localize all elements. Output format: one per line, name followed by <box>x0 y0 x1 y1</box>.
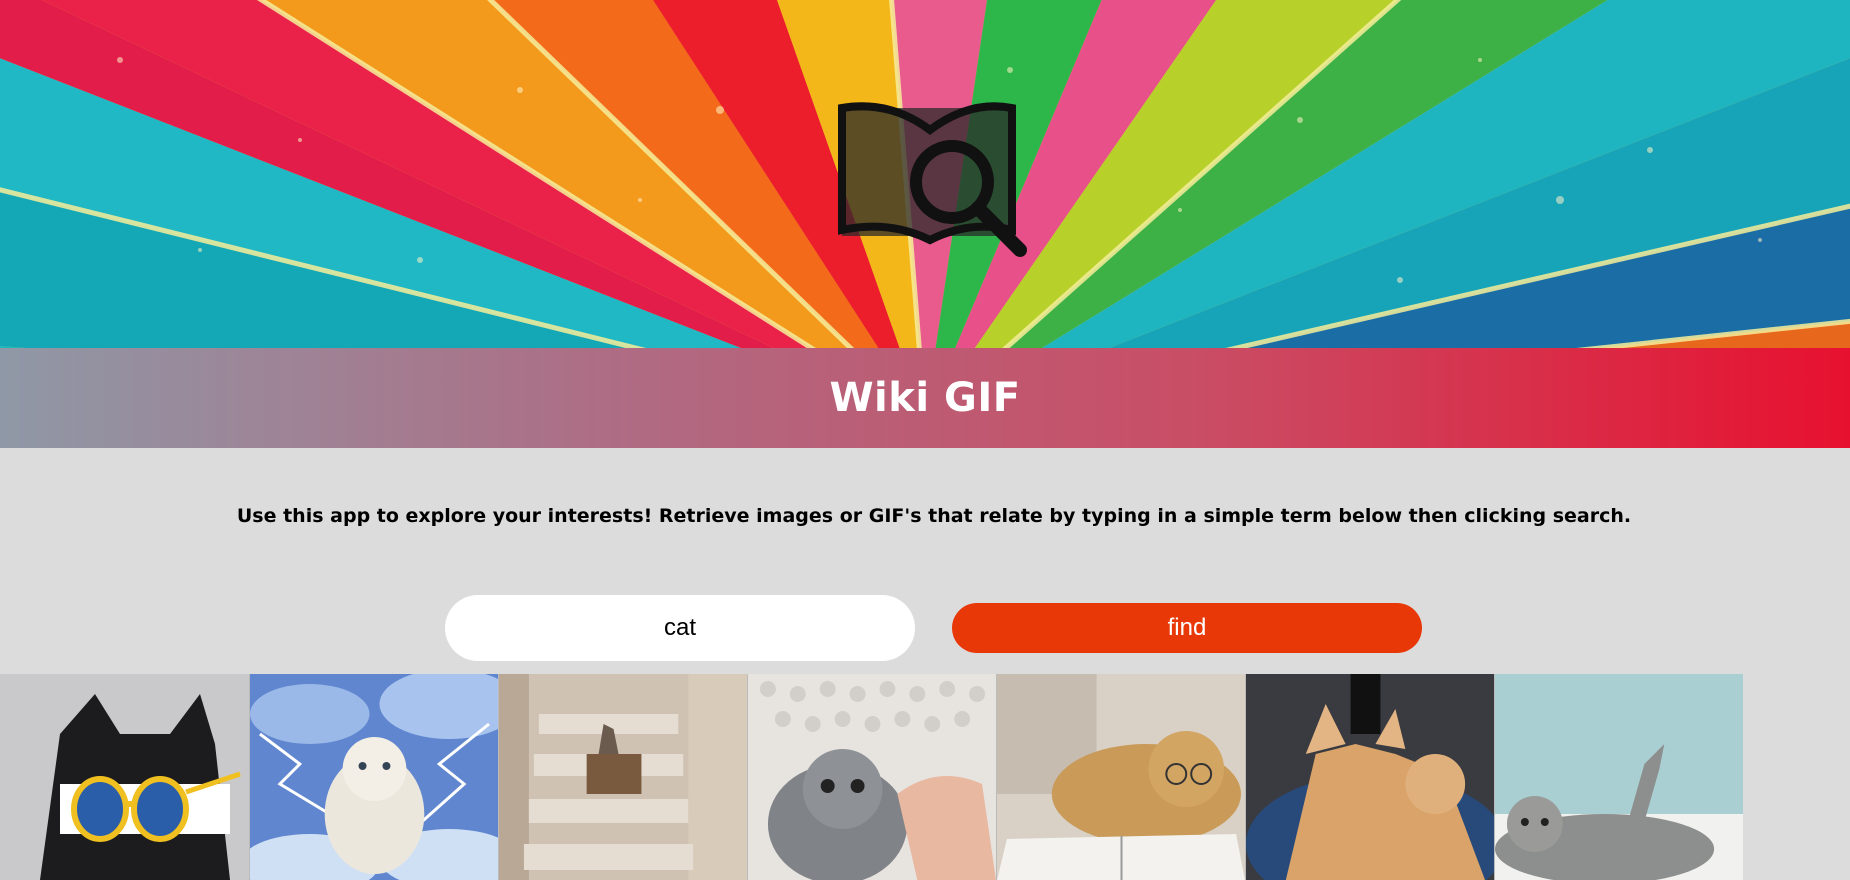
gif-result-cat-lightning[interactable] <box>249 674 498 880</box>
gif-result-cat-glasses-book[interactable] <box>996 674 1245 880</box>
book-magnifier-icon <box>838 102 1027 257</box>
gif-result-cat-jumping[interactable] <box>1245 674 1494 880</box>
find-button[interactable]: find <box>952 603 1422 653</box>
intro-text: Use this app to explore your interests! … <box>236 505 1632 527</box>
page-title: Wiki GIF <box>829 375 1021 421</box>
gif-result-cat-box-stairs[interactable] <box>498 674 747 880</box>
gif-result-cat-stretching[interactable] <box>1494 674 1743 880</box>
rainbow-rays-background <box>0 0 1850 348</box>
gif-result-cat-sunglasses[interactable] <box>0 674 249 880</box>
search-input[interactable] <box>445 595 915 661</box>
title-bar: Wiki GIF <box>0 348 1850 448</box>
hero-banner <box>0 0 1850 348</box>
gif-results-grid <box>0 674 1744 880</box>
gif-result-kitten-hand[interactable] <box>747 674 996 880</box>
